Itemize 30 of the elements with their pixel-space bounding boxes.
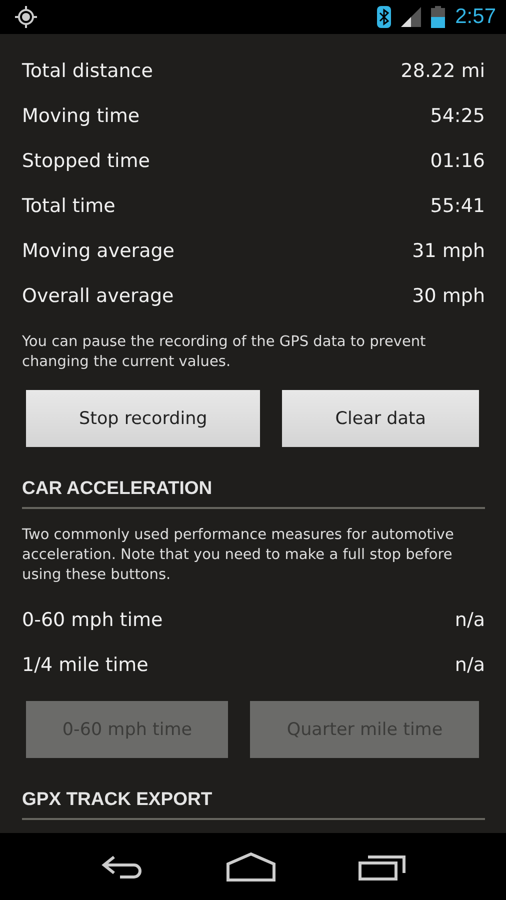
stat-value: 54:25	[430, 104, 485, 126]
action-button[interactable]: Stop recording	[26, 390, 260, 447]
back-icon[interactable]	[100, 854, 144, 880]
stat-label: Overall average	[22, 284, 174, 306]
stat-label: 1/4 mile time	[22, 654, 148, 676]
pause-note: You can pause the recording of the GPS data to prevent changing the current values.	[22, 333, 427, 372]
stat-label: Stopped time	[22, 150, 150, 172]
stat-label: Total time	[22, 194, 116, 216]
signal-icon	[401, 7, 422, 27]
bluetooth-icon	[377, 6, 392, 28]
section-description: Two commonly used performance measures for automotive acceleration. Note that you need to make a full stop before using these buttons.	[22, 526, 455, 585]
stat-value: 30 mph	[412, 284, 485, 306]
battery-icon	[431, 6, 446, 28]
stat-label: Moving average	[22, 240, 174, 262]
section-title: GPX TRACK EXPORT	[22, 788, 485, 820]
stat-value: 01:16	[430, 150, 485, 172]
action-button[interactable]: Clear data	[282, 390, 479, 447]
home-icon[interactable]	[224, 852, 277, 882]
section-title: CAR ACCELERATION	[22, 477, 485, 509]
stat-label: 0-60 mph time	[22, 608, 163, 630]
recent-apps-icon[interactable]	[358, 852, 406, 880]
stat-value: n/a	[454, 654, 485, 676]
stat-label: Moving time	[22, 104, 140, 126]
stat-value: n/a	[454, 608, 485, 630]
stat-label: Total distance	[22, 60, 153, 82]
stat-value: 31 mph	[412, 240, 485, 262]
stat-value: 55:41	[430, 194, 485, 216]
stat-value: 28.22 mi	[400, 60, 485, 82]
clock-time: 2:57	[455, 5, 496, 29]
gps-icon	[14, 5, 38, 29]
